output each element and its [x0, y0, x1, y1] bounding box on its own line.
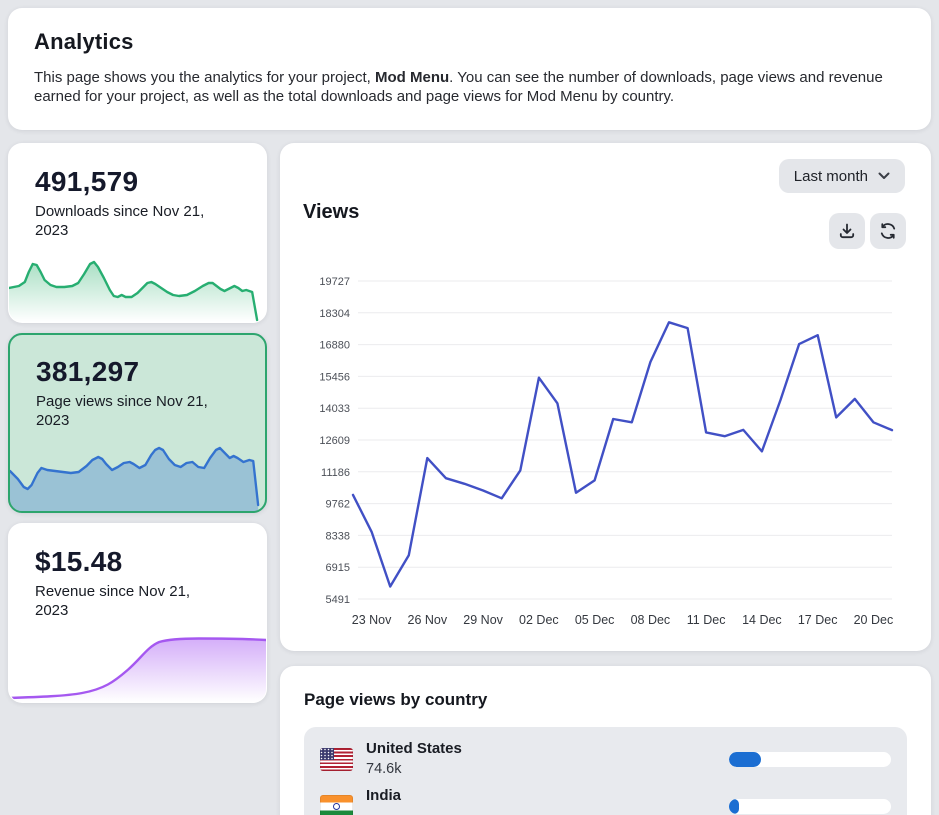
- country-name: India: [366, 787, 401, 804]
- main-column: Last month Views: [280, 143, 931, 815]
- downloads-sparkline: [9, 252, 266, 322]
- svg-text:14 Dec: 14 Dec: [742, 613, 782, 627]
- svg-text:19727: 19727: [319, 276, 350, 288]
- stat-cards-column: 491,579 Downloads since Nov 21, 2023 381…: [8, 143, 267, 703]
- page-views-label: Page views since Nov 21, 2023: [10, 388, 222, 430]
- svg-text:23 Nov: 23 Nov: [352, 613, 392, 627]
- views-panel: Last month Views: [280, 143, 931, 651]
- india-flag-icon: [320, 795, 353, 815]
- revenue-stat-card[interactable]: $15.48 Revenue since Nov 21, 2023: [8, 523, 267, 703]
- downloads-count: 491,579: [9, 144, 266, 198]
- svg-text:5491: 5491: [326, 594, 350, 606]
- revenue-amount: $15.48: [9, 524, 266, 578]
- downloads-stat-card[interactable]: 491,579 Downloads since Nov 21, 2023: [8, 143, 267, 323]
- svg-text:16880: 16880: [319, 340, 350, 352]
- svg-text:05 Dec: 05 Dec: [575, 613, 615, 627]
- project-name: Mod Menu: [375, 69, 449, 86]
- description-text: This page shows you the analytics for yo…: [34, 69, 375, 86]
- country-views-count: [366, 808, 401, 815]
- analytics-page: Analytics This page shows you the analyt…: [0, 0, 939, 815]
- us-flag-icon: [320, 748, 353, 771]
- svg-text:26 Nov: 26 Nov: [408, 613, 448, 627]
- page-views-count: 381,297: [10, 335, 265, 388]
- svg-text:29 Nov: 29 Nov: [463, 613, 503, 627]
- countries-panel: Page views by country United States 74.6…: [280, 666, 931, 815]
- svg-text:02 Dec: 02 Dec: [519, 613, 559, 627]
- svg-text:18304: 18304: [319, 308, 350, 320]
- svg-text:11 Dec: 11 Dec: [687, 613, 726, 627]
- country-views-count: 74.6k: [366, 761, 462, 778]
- revenue-label: Revenue since Nov 21, 2023: [9, 578, 221, 620]
- downloads-label: Downloads since Nov 21, 2023: [9, 198, 221, 240]
- svg-text:6915: 6915: [326, 562, 350, 574]
- svg-text:17 Dec: 17 Dec: [798, 613, 838, 627]
- svg-text:12609: 12609: [319, 435, 350, 447]
- svg-text:08 Dec: 08 Dec: [631, 613, 671, 627]
- countries-list: United States 74.6k India: [304, 727, 907, 815]
- svg-text:14033: 14033: [319, 403, 350, 415]
- page-views-stat-card[interactable]: 381,297 Page views since Nov 21, 2023: [8, 333, 267, 513]
- svg-text:15456: 15456: [319, 371, 350, 383]
- country-progress-track: [729, 799, 891, 814]
- country-row-india: India: [320, 787, 891, 815]
- page-header: Analytics This page shows you the analyt…: [8, 8, 931, 130]
- country-name: United States: [366, 740, 462, 757]
- svg-text:20 Dec: 20 Dec: [854, 613, 894, 627]
- country-row-united-states: United States 74.6k: [320, 740, 891, 778]
- page-description: This page shows you the analytics for yo…: [34, 68, 905, 106]
- svg-text:9762: 9762: [326, 499, 350, 511]
- countries-title: Page views by country: [304, 690, 907, 710]
- views-line-chart: 5491 6915 8338 9762 11186 12609 14033 15456 1688…: [280, 143, 931, 651]
- country-progress-fill: [729, 752, 761, 767]
- revenue-sparkline: [9, 632, 266, 702]
- page-title: Analytics: [34, 29, 905, 55]
- page-views-sparkline: [10, 441, 265, 511]
- svg-text:11186: 11186: [321, 467, 350, 479]
- country-progress-fill: [729, 799, 739, 814]
- svg-text:8338: 8338: [326, 530, 350, 542]
- country-progress-track: [729, 752, 891, 767]
